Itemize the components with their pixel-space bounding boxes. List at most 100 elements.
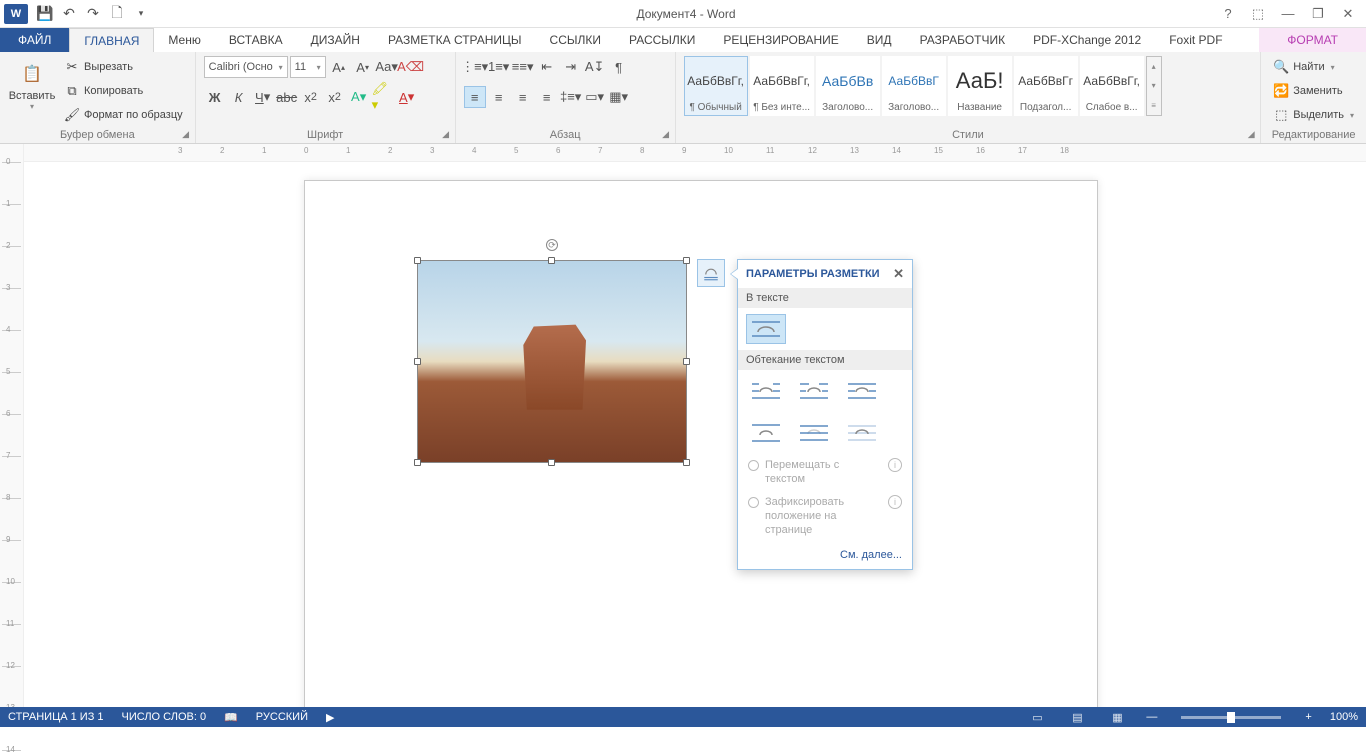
style-nospacing[interactable]: АаБбВвГг,¶ Без инте... — [750, 56, 814, 116]
shrink-font-icon[interactable]: A▾ — [352, 56, 374, 78]
replace-button[interactable]: 🔁Заменить — [1269, 80, 1358, 102]
cut-button[interactable]: ✂Вырезать — [60, 56, 187, 78]
select-button[interactable]: ⬚Выделить▾ — [1269, 104, 1358, 126]
close-popup-icon[interactable]: ✕ — [893, 266, 904, 282]
layout-options-button[interactable] — [697, 259, 725, 287]
tab-design[interactable]: ДИЗАЙН — [297, 28, 374, 52]
numbering-icon[interactable]: 1≡▾ — [488, 56, 510, 78]
text-effects-icon[interactable]: A▾ — [348, 86, 370, 108]
wrap-tight[interactable] — [794, 376, 834, 406]
zoom-out-icon[interactable]: — — [1146, 711, 1157, 723]
multilevel-icon[interactable]: ≡≡▾ — [512, 56, 534, 78]
tab-review[interactable]: РЕЦЕНЗИРОВАНИЕ — [709, 28, 852, 52]
status-words[interactable]: ЧИСЛО СЛОВ: 0 — [122, 711, 207, 723]
undo-icon[interactable]: ↶ — [60, 5, 78, 23]
superscript-icon[interactable]: x2 — [324, 86, 346, 108]
style-title[interactable]: АаБ!Название — [948, 56, 1012, 116]
tab-home[interactable]: ГЛАВНАЯ — [69, 28, 154, 52]
tab-format[interactable]: ФОРМАТ — [1259, 28, 1366, 52]
resize-handle[interactable] — [414, 257, 421, 264]
font-size-combo[interactable]: 11▾ — [290, 56, 326, 78]
tab-references[interactable]: ССЫЛКИ — [536, 28, 615, 52]
tab-pdfxchange[interactable]: PDF-XChange 2012 — [1019, 28, 1155, 52]
zoom-slider[interactable] — [1181, 716, 1281, 719]
style-heading1[interactable]: АаБбВвЗаголово... — [816, 56, 880, 116]
tab-menu[interactable]: Меню — [154, 28, 214, 52]
minimize-icon[interactable]: — — [1278, 4, 1298, 24]
italic-icon[interactable]: К — [228, 86, 250, 108]
style-subtitle[interactable]: АаБбВвГгПодзагол... — [1014, 56, 1078, 116]
wrap-front[interactable] — [842, 418, 882, 448]
clipboard-launcher-icon[interactable]: ◢ — [179, 127, 193, 141]
tab-layout[interactable]: РАЗМЕТКА СТРАНИЦЫ — [374, 28, 536, 52]
close-icon[interactable]: ✕ — [1338, 4, 1358, 24]
redo-icon[interactable]: ↷ — [84, 5, 102, 23]
info-icon[interactable]: i — [888, 458, 902, 472]
tab-foxit[interactable]: Foxit PDF — [1155, 28, 1236, 52]
paragraph-launcher-icon[interactable]: ◢ — [659, 127, 673, 141]
tab-insert[interactable]: ВСТАВКА — [215, 28, 297, 52]
save-icon[interactable]: 💾 — [36, 5, 54, 23]
strike-icon[interactable]: abc — [276, 86, 298, 108]
justify-icon[interactable]: ≡ — [536, 86, 558, 108]
zoom-level[interactable]: 100% — [1330, 711, 1358, 723]
resize-handle[interactable] — [548, 257, 555, 264]
wrap-behind[interactable] — [794, 418, 834, 448]
resize-handle[interactable] — [414, 459, 421, 466]
help-icon[interactable]: ? — [1218, 4, 1238, 24]
ribbon-options-icon[interactable]: ⬚ — [1248, 4, 1268, 24]
bold-icon[interactable]: Ж — [204, 86, 226, 108]
change-case-icon[interactable]: Aa▾ — [376, 56, 398, 78]
grow-font-icon[interactable]: A▴ — [328, 56, 350, 78]
underline-icon[interactable]: Ч▾ — [252, 86, 274, 108]
highlight-icon[interactable]: 🖍▾ — [372, 86, 394, 108]
shading-icon[interactable]: ▭▾ — [584, 86, 606, 108]
new-doc-icon[interactable]: 🗋 — [108, 5, 126, 23]
qat-more-icon[interactable]: ▾ — [132, 5, 150, 23]
wrap-through[interactable] — [842, 376, 882, 406]
resize-handle[interactable] — [683, 358, 690, 365]
resize-handle[interactable] — [683, 257, 690, 264]
restore-icon[interactable]: ❐ — [1308, 4, 1328, 24]
align-left-icon[interactable]: ≡ — [464, 86, 486, 108]
clear-format-icon[interactable]: A⌫ — [400, 56, 422, 78]
inserted-image[interactable]: ⟳ — [417, 260, 687, 463]
tab-file[interactable]: ФАЙЛ — [0, 28, 69, 52]
wrap-inline[interactable] — [746, 314, 786, 344]
align-right-icon[interactable]: ≡ — [512, 86, 534, 108]
document-area[interactable]: ⟳ ПАРАМЕТРЫ РАЗМЕТКИ✕ В тексте — [24, 162, 1366, 707]
wrap-topbottom[interactable] — [746, 418, 786, 448]
tab-developer[interactable]: РАЗРАБОТЧИК — [906, 28, 1020, 52]
status-macro-icon[interactable]: ▶ — [326, 711, 334, 724]
tab-view[interactable]: ВИД — [853, 28, 906, 52]
status-language[interactable]: РУССКИЙ — [256, 711, 308, 723]
status-proofing-icon[interactable]: 📖 — [224, 711, 238, 724]
align-center-icon[interactable]: ≡ — [488, 86, 510, 108]
find-button[interactable]: 🔍Найти▾ — [1269, 56, 1358, 78]
status-page[interactable]: СТРАНИЦА 1 ИЗ 1 — [8, 711, 104, 723]
line-spacing-icon[interactable]: ‡≡▾ — [560, 86, 582, 108]
style-heading2[interactable]: АаБбВвГЗаголово... — [882, 56, 946, 116]
font-name-combo[interactable]: Calibri (Осно▾ — [204, 56, 288, 78]
sort-icon[interactable]: A↧ — [584, 56, 606, 78]
pilcrow-icon[interactable]: ¶ — [608, 56, 630, 78]
info-icon[interactable]: i — [888, 495, 902, 509]
view-read-icon[interactable]: ▭ — [1026, 709, 1048, 725]
paste-button[interactable]: 📋 Вставить ▾ — [8, 56, 56, 113]
format-painter-button[interactable]: 🖌Формат по образцу — [60, 104, 187, 126]
tab-mailings[interactable]: РАССЫЛКИ — [615, 28, 709, 52]
resize-handle[interactable] — [548, 459, 555, 466]
resize-handle[interactable] — [414, 358, 421, 365]
wrap-square[interactable] — [746, 376, 786, 406]
outdent-icon[interactable]: ⇤ — [536, 56, 558, 78]
indent-icon[interactable]: ⇥ — [560, 56, 582, 78]
font-color-icon[interactable]: A▾ — [396, 86, 418, 108]
styles-scroll[interactable]: ▴▾≡ — [1146, 56, 1162, 116]
styles-launcher-icon[interactable]: ◢ — [1244, 127, 1258, 141]
resize-handle[interactable] — [683, 459, 690, 466]
subscript-icon[interactable]: x2 — [300, 86, 322, 108]
view-print-icon[interactable]: ▤ — [1066, 709, 1088, 725]
font-launcher-icon[interactable]: ◢ — [439, 127, 453, 141]
copy-button[interactable]: ⧉Копировать — [60, 80, 187, 102]
see-more-link[interactable]: См. далее... — [738, 541, 912, 569]
